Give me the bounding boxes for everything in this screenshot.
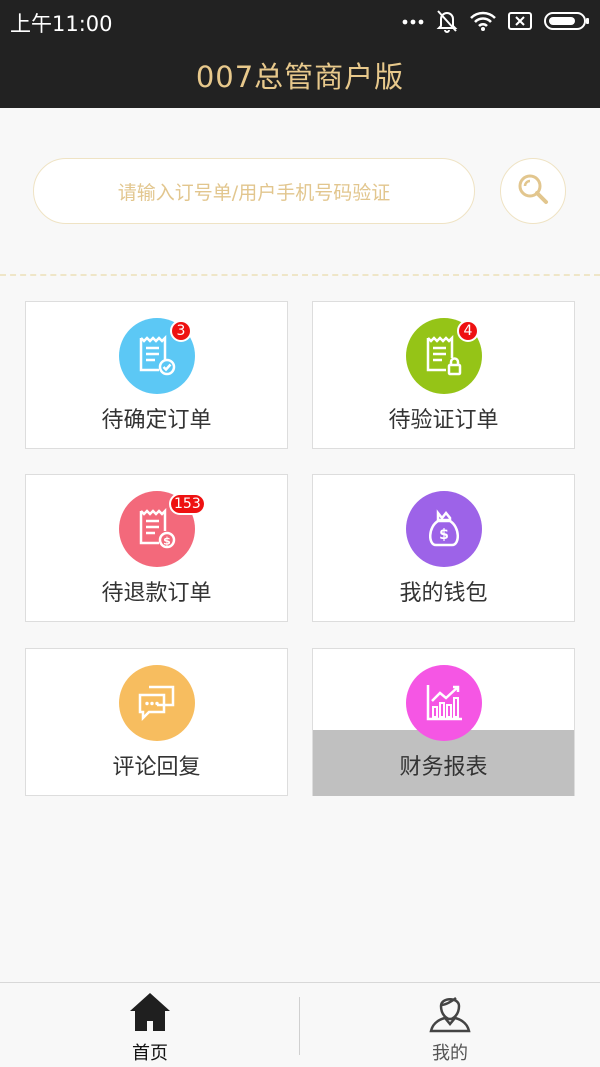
search-icon bbox=[516, 172, 550, 210]
search-placeholder: 请输入订号单/用户手机号码验证 bbox=[117, 181, 391, 204]
card-label: 财务报表 bbox=[399, 755, 488, 780]
card-comment-reply[interactable]: 评论回复 bbox=[25, 648, 288, 796]
bottom-tab-bar: 首页 我的 bbox=[0, 982, 600, 1067]
card-my-wallet[interactable]: $ 我的钱包 bbox=[312, 474, 575, 622]
wifi-icon bbox=[470, 11, 496, 31]
bell-off-icon bbox=[436, 9, 458, 33]
card-pending-refund-orders[interactable]: $ 153 待退款订单 bbox=[25, 474, 288, 622]
status-icons bbox=[402, 8, 590, 34]
battery-icon bbox=[544, 11, 590, 31]
search-area: 请输入订号单/用户手机号码验证 bbox=[0, 108, 600, 276]
status-bar: 上午11:00 bbox=[0, 0, 600, 42]
card-financial-report[interactable]: 财务报表 bbox=[312, 648, 575, 796]
tab-mine[interactable]: 我的 bbox=[300, 983, 600, 1067]
card-label: 待验证订单 bbox=[388, 408, 499, 433]
svg-text:$: $ bbox=[439, 527, 449, 543]
chat-bubbles-icon bbox=[119, 665, 195, 741]
card-label: 评论回复 bbox=[112, 755, 201, 780]
badge-count: 153 bbox=[169, 493, 206, 515]
dashed-divider bbox=[0, 274, 600, 276]
app-header: 007总管商户版 bbox=[0, 42, 600, 108]
search-input[interactable]: 请输入订号单/用户手机号码验证 bbox=[33, 158, 475, 224]
status-time: 上午11:00 bbox=[10, 12, 113, 36]
sim-off-icon bbox=[508, 11, 532, 31]
card-pending-confirm-orders[interactable]: 3 待确定订单 bbox=[25, 301, 288, 449]
tab-home[interactable]: 首页 bbox=[0, 983, 300, 1067]
badge-count: 3 bbox=[170, 320, 192, 342]
badge-count: 4 bbox=[457, 320, 479, 342]
card-label: 待退款订单 bbox=[101, 581, 212, 606]
tab-label: 我的 bbox=[432, 1043, 468, 1064]
person-icon bbox=[428, 991, 472, 1033]
bar-chart-icon bbox=[406, 665, 482, 741]
page-title: 007总管商户版 bbox=[195, 60, 405, 94]
home-icon bbox=[128, 991, 172, 1033]
money-bag-icon: $ bbox=[406, 491, 482, 567]
search-button[interactable] bbox=[500, 158, 566, 224]
card-pending-verify-orders[interactable]: 4 待验证订单 bbox=[312, 301, 575, 449]
more-dots-icon bbox=[402, 17, 424, 25]
svg-text:$: $ bbox=[163, 535, 171, 548]
card-label: 我的钱包 bbox=[399, 581, 488, 606]
card-label: 待确定订单 bbox=[101, 408, 212, 433]
tab-label: 首页 bbox=[132, 1043, 168, 1064]
